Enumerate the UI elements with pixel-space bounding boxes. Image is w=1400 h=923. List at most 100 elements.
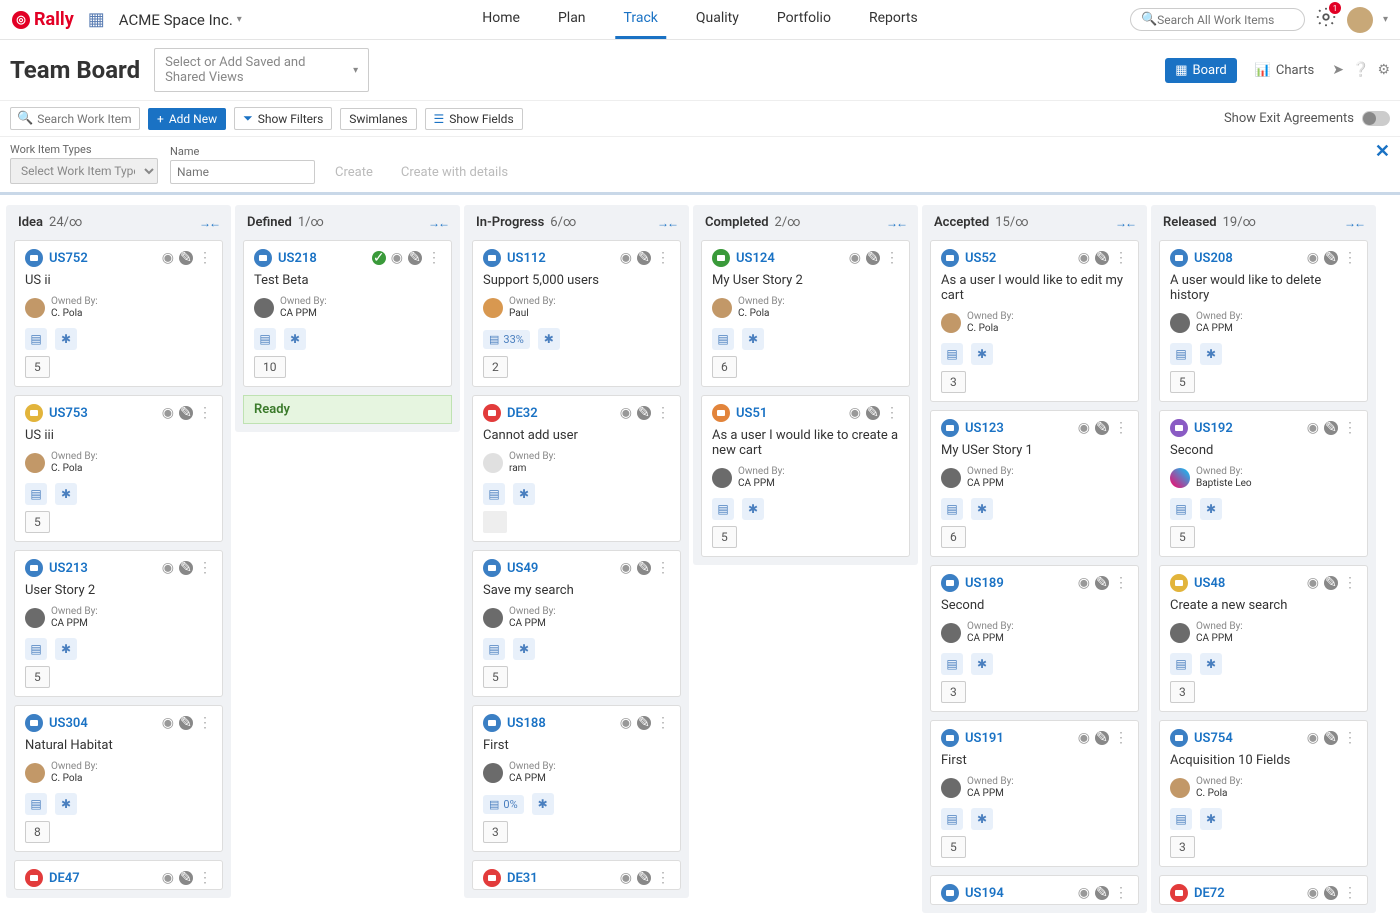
card-id-link[interactable]: US188 [507, 716, 546, 731]
card-US112[interactable]: US112◉✎⋮Support 5,000 usersOwned By:Paul… [472, 240, 681, 387]
card-id-link[interactable]: US218 [278, 251, 317, 266]
card-DE72[interactable]: DE72◉✎⋮ [1159, 875, 1368, 905]
defect-icon[interactable]: ✱ [1200, 498, 1222, 520]
card-US208[interactable]: US208◉✎⋮A user would like to delete hist… [1159, 240, 1368, 402]
card-id-link[interactable]: US189 [965, 576, 1004, 591]
defect-icon[interactable]: ✱ [1200, 808, 1222, 830]
card-id-link[interactable]: DE32 [507, 406, 538, 421]
task-icon[interactable]: ▤ [25, 793, 47, 815]
nav-quality[interactable]: Quality [688, 0, 747, 39]
task-icon[interactable]: ▤ [1170, 808, 1192, 830]
defect-icon[interactable]: ✱ [513, 483, 535, 505]
watch-icon[interactable]: ◉ [620, 560, 632, 576]
card-id-link[interactable]: US48 [1194, 576, 1225, 591]
defect-icon[interactable]: ✱ [742, 328, 764, 350]
task-icon[interactable]: ▤ [712, 328, 734, 350]
edit-icon[interactable]: ✎ [866, 251, 880, 265]
watch-icon[interactable]: ◉ [620, 715, 632, 731]
card-DE31[interactable]: DE31◉✎⋮ [472, 860, 681, 890]
task-icon[interactable]: ▤ [483, 483, 505, 505]
collapse-icon[interactable]: →← [1344, 216, 1364, 230]
more-icon[interactable]: ⋮ [1343, 420, 1357, 436]
task-icon[interactable]: ▤ [1170, 653, 1192, 675]
card-US124[interactable]: US124◉✎⋮My User Story 2Owned By:C. Pola▤… [701, 240, 910, 387]
show-fields-button[interactable]: ☰ Show Fields [425, 108, 523, 130]
charts-view-button[interactable]: 📊 Charts [1245, 58, 1325, 83]
card-US194[interactable]: US194◉✎⋮ [930, 875, 1139, 905]
more-icon[interactable]: ⋮ [1114, 885, 1128, 901]
defect-icon[interactable]: ✱ [55, 638, 77, 660]
card-id-link[interactable]: DE47 [49, 871, 80, 886]
more-icon[interactable]: ⋮ [427, 250, 441, 266]
watch-icon[interactable]: ◉ [1078, 575, 1090, 591]
nav-track[interactable]: Track [616, 0, 666, 39]
defect-icon[interactable]: ✱ [971, 653, 993, 675]
edit-icon[interactable]: ✎ [1095, 421, 1109, 435]
defect-icon[interactable]: ✱ [971, 343, 993, 365]
watch-icon[interactable]: ◉ [162, 870, 174, 886]
more-icon[interactable]: ⋮ [656, 715, 670, 731]
task-icon[interactable]: ▤ [712, 498, 734, 520]
card-US48[interactable]: US48◉✎⋮Create a new searchOwned By:CA PP… [1159, 565, 1368, 712]
card-id-link[interactable]: US304 [49, 716, 88, 731]
edit-icon[interactable]: ✎ [179, 406, 193, 420]
card-id-link[interactable]: US123 [965, 421, 1004, 436]
send-icon[interactable]: ➤ [1332, 62, 1344, 78]
exit-agreements-toggle[interactable] [1362, 111, 1390, 126]
watch-icon[interactable]: ◉ [391, 250, 403, 266]
defect-icon[interactable]: ✱ [742, 498, 764, 520]
watch-icon[interactable]: ◉ [620, 250, 632, 266]
watch-icon[interactable]: ◉ [849, 405, 861, 421]
more-icon[interactable]: ⋮ [656, 560, 670, 576]
task-icon[interactable]: ▤ [941, 498, 963, 520]
show-filters-button[interactable]: ⏷ Show Filters [234, 107, 332, 130]
card-US51[interactable]: US51◉✎⋮As a user I would like to create … [701, 395, 910, 557]
watch-icon[interactable]: ◉ [1078, 730, 1090, 746]
logo[interactable]: ◎ Rally [12, 9, 74, 30]
watch-icon[interactable]: ◉ [1307, 885, 1319, 901]
card-id-link[interactable]: US753 [49, 406, 88, 421]
more-icon[interactable]: ⋮ [1114, 420, 1128, 436]
edit-icon[interactable]: ✎ [1095, 576, 1109, 590]
edit-icon[interactable]: ✎ [1324, 251, 1338, 265]
name-input[interactable] [170, 160, 315, 184]
edit-icon[interactable]: ✎ [408, 251, 422, 265]
task-icon[interactable]: ▤ [1170, 343, 1192, 365]
more-icon[interactable]: ⋮ [885, 250, 899, 266]
card-DE32[interactable]: DE32◉✎⋮Cannot add userOwned By:ram▤✱ [472, 395, 681, 542]
defect-icon[interactable]: ✱ [55, 793, 77, 815]
more-icon[interactable]: ⋮ [1343, 885, 1357, 901]
edit-icon[interactable]: ✎ [1324, 731, 1338, 745]
task-icon[interactable]: ▤ [941, 653, 963, 675]
more-icon[interactable]: ⋮ [1114, 730, 1128, 746]
more-icon[interactable]: ⋮ [1343, 575, 1357, 591]
global-search[interactable]: 🔍 [1130, 8, 1305, 31]
watch-icon[interactable]: ◉ [162, 715, 174, 731]
card-id-link[interactable]: US754 [1194, 731, 1233, 746]
edit-icon[interactable]: ✎ [179, 716, 193, 730]
card-id-link[interactable]: DE31 [507, 871, 538, 886]
task-icon[interactable]: ▤ [941, 808, 963, 830]
task-icon[interactable]: ▤ [25, 328, 47, 350]
watch-icon[interactable]: ◉ [162, 405, 174, 421]
card-US752[interactable]: US752◉✎⋮US iiOwned By:C. Pola▤✱5 [14, 240, 223, 387]
project-selector[interactable]: ACME Space Inc. ▾ [119, 11, 242, 29]
card-id-link[interactable]: US191 [965, 731, 1004, 746]
card-id-link[interactable]: US52 [965, 251, 996, 266]
user-avatar[interactable] [1347, 7, 1373, 33]
watch-icon[interactable]: ◉ [1078, 885, 1090, 901]
card-id-link[interactable]: US51 [736, 406, 767, 421]
collapse-icon[interactable]: →← [657, 216, 677, 230]
user-menu-chevron-icon[interactable]: ▾ [1383, 14, 1388, 25]
more-icon[interactable]: ⋮ [1343, 730, 1357, 746]
app-switcher-icon[interactable]: ▦ [88, 9, 105, 30]
more-icon[interactable]: ⋮ [1114, 250, 1128, 266]
edit-icon[interactable]: ✎ [179, 871, 193, 885]
view-selector[interactable]: Select or Add Saved and Shared Views ▾ [154, 48, 369, 92]
close-icon[interactable]: ✕ [1375, 141, 1390, 162]
defect-icon[interactable]: ✱ [1200, 343, 1222, 365]
card-US218[interactable]: US218✓◉✎⋮Test BetaOwned By:CA PPM▤✱10 [243, 240, 452, 387]
collapse-icon[interactable]: →← [428, 216, 448, 230]
edit-icon[interactable]: ✎ [1095, 251, 1109, 265]
edit-icon[interactable]: ✎ [637, 251, 651, 265]
